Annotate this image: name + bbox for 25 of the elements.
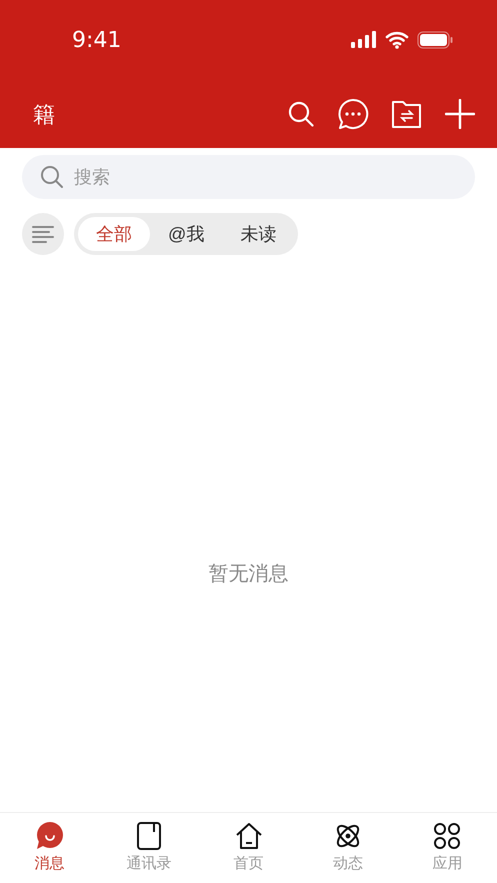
empty-message: 暂无消息 [208, 562, 288, 586]
filter-tab[interactable]: 全部 [78, 217, 150, 251]
tab-bar-item[interactable]: 消息 [0, 813, 100, 883]
signal-icon [351, 31, 377, 49]
tab-bar-item[interactable]: 动态 [298, 813, 398, 883]
search-icon[interactable] [287, 100, 315, 128]
folder-transfer-icon[interactable] [391, 99, 423, 129]
app-title: 籍 [33, 100, 55, 128]
tab-bar-item[interactable]: 首页 [198, 813, 298, 883]
search-icon [40, 165, 64, 189]
grid-icon [432, 821, 462, 851]
filter-tab[interactable]: @我 [150, 217, 222, 251]
search-field[interactable]: 搜索 [22, 155, 475, 199]
tab-bar-item[interactable]: 通讯录 [99, 813, 199, 883]
plus-icon[interactable] [445, 99, 475, 129]
home-icon [234, 821, 264, 851]
sort-icon [32, 225, 54, 243]
chat-bubble-icon [34, 821, 65, 851]
sort-button[interactable] [22, 213, 64, 255]
filter-tab[interactable]: 未读 [222, 217, 294, 251]
chat-bubble-icon[interactable] [337, 98, 369, 130]
battery-icon [417, 31, 453, 49]
tab-bar-item[interactable]: 应用 [398, 813, 497, 883]
status-time: 9:41 [72, 26, 122, 54]
wifi-icon [385, 31, 409, 49]
